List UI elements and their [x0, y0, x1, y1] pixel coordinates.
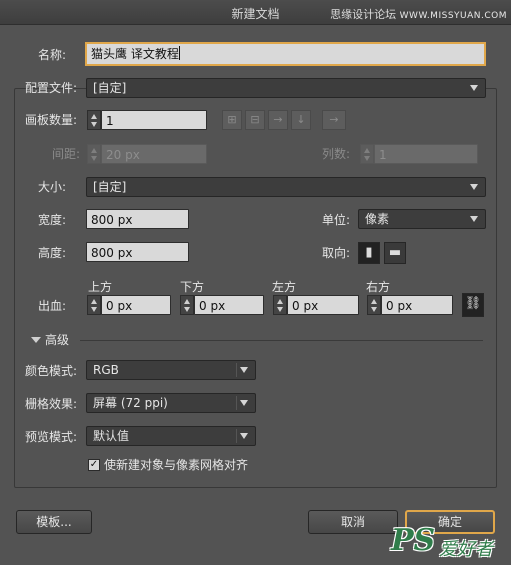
bleed-right-field[interactable]: 0 px [381, 295, 453, 315]
color-mode-dropdown[interactable]: RGB [86, 360, 256, 380]
height-field[interactable]: 800 px [86, 242, 189, 262]
profile-value: [自定] [93, 81, 127, 95]
artboards-field[interactable]: 1 [101, 110, 207, 130]
stepper-up-icon [184, 299, 190, 304]
bleed-right-label: 右方 [366, 280, 391, 294]
color-mode-label: 颜色模式: [25, 364, 78, 378]
stepper-up-icon [277, 299, 283, 304]
chevron-down-icon [240, 400, 248, 406]
spacing-stepper [87, 144, 101, 164]
name-field[interactable]: 猫头鹰 译文教程 [85, 42, 486, 66]
stepper-down-icon [91, 122, 97, 127]
stepper-down-icon [277, 307, 283, 312]
bleed-left-label: 左方 [272, 280, 297, 294]
bleed-bottom-stepper[interactable] [180, 295, 194, 315]
link-icon[interactable]: ⛓ [462, 293, 484, 317]
chevron-down-icon [470, 216, 478, 222]
templates-button[interactable]: 模板... [16, 510, 92, 534]
profile-label: 配置文件: [25, 81, 78, 95]
chevron-down-icon [240, 367, 248, 373]
columns-field: 1 [374, 144, 478, 164]
stepper-up-icon [371, 299, 377, 304]
size-dropdown[interactable]: [自定] [86, 177, 486, 197]
width-label: 宽度: [38, 213, 67, 227]
artboards-label: 画板数量: [25, 113, 78, 127]
bleed-top-field[interactable]: 0 px [101, 295, 171, 315]
preview-mode-value: 默认值 [93, 429, 130, 443]
stepper-up-icon [91, 148, 97, 153]
grid-by-column-icon[interactable]: ⊟ [245, 110, 265, 130]
align-pixel-grid-checkbox[interactable]: ✓ [88, 459, 100, 471]
arrange-by-column-icon[interactable]: ↓ [291, 110, 311, 130]
height-label: 高度: [38, 246, 67, 260]
stepper-down-icon [91, 156, 97, 161]
raster-effects-dropdown[interactable]: 屏幕 (72 ppi) [86, 393, 256, 413]
logo-ps-text: PS [391, 523, 436, 558]
bleed-top-label: 上方 [88, 280, 113, 294]
stepper-up-icon [364, 148, 370, 153]
arrange-by-row-icon[interactable]: → [268, 110, 288, 130]
stepper-down-icon [364, 156, 370, 161]
stepper-up-icon [91, 299, 97, 304]
bleed-left-stepper[interactable] [273, 295, 287, 315]
landscape-icon[interactable]: ▬ [384, 242, 406, 264]
stepper-down-icon [371, 307, 377, 312]
size-value: [自定] [93, 180, 127, 194]
width-field[interactable]: 800 px [86, 209, 189, 229]
units-value: 像素 [365, 212, 390, 226]
text-caret [178, 46, 180, 60]
color-mode-value: RGB [93, 363, 119, 377]
stepper-down-icon [184, 307, 190, 312]
disclosure-triangle-icon[interactable] [31, 337, 41, 343]
raster-effects-value: 屏幕 (72 ppi) [93, 396, 168, 410]
profile-dropdown[interactable]: [自定] [86, 78, 486, 98]
cancel-button[interactable]: 取消 [308, 510, 398, 534]
columns-stepper [360, 144, 374, 164]
preview-mode-dropdown[interactable]: 默认值 [86, 426, 256, 446]
units-label: 单位: [322, 213, 351, 227]
grid-by-row-icon[interactable]: ⊞ [222, 110, 242, 130]
bleed-left-field[interactable]: 0 px [287, 295, 359, 315]
advanced-divider [80, 340, 483, 341]
stepper-up-icon [91, 114, 97, 119]
bleed-right-stepper[interactable] [367, 295, 381, 315]
name-value: 猫头鹰 译文教程 [91, 47, 179, 61]
orientation-label: 取向: [322, 246, 351, 260]
advanced-label[interactable]: 高级 [45, 330, 69, 350]
logo-subtext: 爱好者 [439, 539, 493, 560]
spacing-label: 间距: [52, 147, 81, 161]
name-label: 名称: [38, 48, 67, 62]
dropdown-separator [236, 429, 237, 443]
portrait-icon[interactable]: ▮ [358, 242, 380, 264]
stepper-down-icon [91, 307, 97, 312]
watermark-site: WWW.MISSYUAN.COM [399, 11, 507, 21]
bleed-label: 出血: [38, 299, 67, 313]
align-pixel-grid-label[interactable]: 使新建对象与像素网格对齐 [104, 455, 248, 475]
chevron-down-icon [470, 85, 478, 91]
right-to-left-icon[interactable]: → [322, 110, 346, 130]
watermark-text: 思缘设计论坛 [330, 8, 397, 21]
chevron-down-icon [240, 433, 248, 439]
ps-lovers-logo: PS 爱好者 [391, 521, 503, 561]
raster-effects-label: 栅格效果: [25, 397, 78, 411]
size-label: 大小: [38, 180, 67, 194]
watermark: 思缘设计论坛 WWW.MISSYUAN.COM [330, 6, 507, 22]
columns-label: 列数: [322, 147, 351, 161]
bleed-top-stepper[interactable] [87, 295, 101, 315]
artboards-stepper[interactable] [87, 110, 101, 130]
bleed-bottom-label: 下方 [180, 280, 205, 294]
dropdown-separator [236, 396, 237, 410]
dropdown-separator [236, 363, 237, 377]
spacing-field: 20 px [101, 144, 207, 164]
chevron-down-icon [470, 184, 478, 190]
units-dropdown[interactable]: 像素 [358, 209, 486, 229]
bleed-bottom-field[interactable]: 0 px [194, 295, 264, 315]
preview-mode-label: 预览模式: [25, 430, 78, 444]
